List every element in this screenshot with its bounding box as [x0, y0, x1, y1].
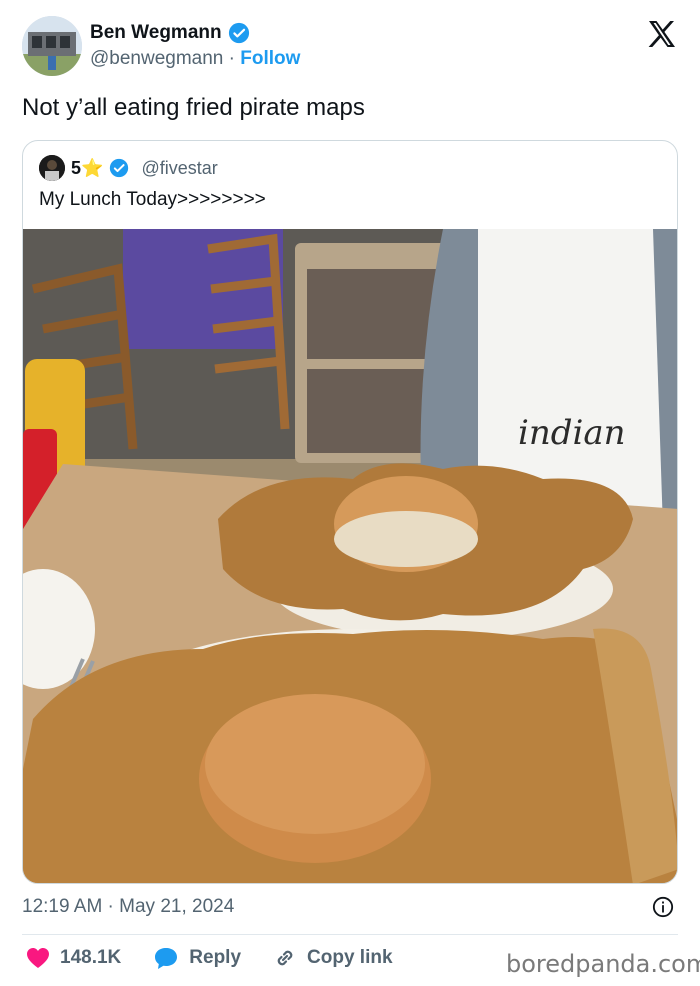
quoted-tweet-text: My Lunch Today>>>>>>>> [39, 189, 266, 210]
copy-link-label: Copy link [307, 947, 393, 968]
quoted-author-avatar[interactable] [39, 155, 65, 181]
verified-badge-icon [228, 22, 249, 44]
quoted-tweet-photo[interactable]: indian [23, 229, 678, 884]
tweet-timestamp[interactable]: 12:19 AM · May 21, 2024 [22, 896, 234, 918]
reply-bubble-icon [155, 948, 178, 969]
quoted-tweet-card[interactable]: 5⭐ @fivestar My Lunch Today>>>>>>>> indi… [22, 140, 678, 884]
quoted-name-number: 5 [71, 157, 82, 178]
tweet-text: Not y’all eating fried pirate maps [22, 94, 365, 121]
follow-button[interactable]: Follow [240, 48, 300, 69]
copy-link-button[interactable]: Copy link [273, 946, 393, 970]
x-logo-icon[interactable] [646, 18, 678, 50]
author-name[interactable]: Ben Wegmann [90, 22, 222, 44]
star-icon: ⭐ [81, 157, 104, 178]
author-name-row[interactable]: Ben Wegmann [90, 22, 250, 44]
site-watermark: boredpanda.com [506, 950, 700, 978]
author-avatar[interactable] [22, 16, 82, 76]
reply-label: Reply [189, 947, 242, 968]
svg-text:indian: indian [518, 413, 626, 453]
quoted-avatar-image [39, 155, 65, 181]
handle-separator: · [228, 48, 235, 69]
quoted-author-handle[interactable]: @fivestar [141, 158, 217, 179]
like-button[interactable]: 148.1K [26, 947, 121, 969]
like-count: 148.1K [60, 947, 122, 968]
info-icon[interactable] [652, 896, 674, 918]
reply-button[interactable]: Reply [153, 946, 241, 970]
quoted-author-name[interactable]: 5⭐ [71, 158, 103, 179]
divider [22, 934, 678, 935]
quoted-verified-badge-icon [110, 158, 129, 178]
avatar-image [22, 16, 82, 76]
link-icon [277, 950, 293, 966]
quoted-tweet-header: 5⭐ @fivestar [39, 155, 218, 181]
tweet-actions: 148.1K Reply Copy link [26, 946, 425, 970]
author-handle-row: @benwegmann · Follow [90, 48, 300, 70]
author-handle[interactable]: @benwegmann [90, 48, 223, 69]
heart-icon [27, 948, 49, 968]
